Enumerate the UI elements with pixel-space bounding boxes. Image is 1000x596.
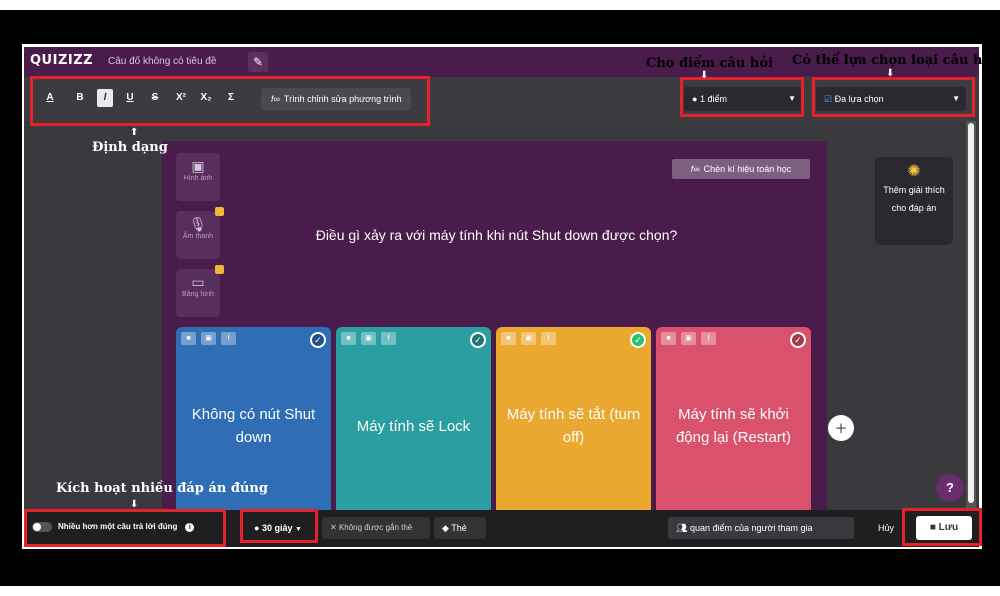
topic-tag-chip[interactable]: ✕ Không được gắn thẻ xyxy=(322,517,430,539)
down-arrow-icon: ⬇ xyxy=(886,68,895,79)
format-annotation: Định dạng xyxy=(92,140,168,155)
delete-icon[interactable]: ■ xyxy=(661,332,676,345)
delete-icon[interactable]: ■ xyxy=(341,332,356,345)
function-icon[interactable]: f xyxy=(701,332,716,345)
vertical-scrollbar[interactable] xyxy=(966,121,976,511)
tag-button[interactable]: ◆ Thẻ xyxy=(434,517,486,539)
up-arrow-icon: ⬆ xyxy=(130,127,139,138)
answer-text-4[interactable]: Máy tính sẽ khởi động lại (Restart) xyxy=(664,403,803,449)
correct-toggle[interactable]: ✓ xyxy=(790,332,806,348)
image-icon[interactable]: ▣ xyxy=(201,332,216,345)
image-icon[interactable]: ▣ xyxy=(361,332,376,345)
participants-label: quan điểm của người tham gia xyxy=(689,523,813,533)
left-margin xyxy=(24,121,162,511)
media-video-label: Băng hình xyxy=(182,291,214,298)
function-icon[interactable]: f xyxy=(381,332,396,345)
answer-card-3[interactable]: ■ ▣ f ✓ Máy tính sẽ tắt (turn off) xyxy=(496,327,651,512)
down-arrow-icon: ⬇ xyxy=(130,499,139,510)
delete-icon[interactable]: ■ xyxy=(181,332,196,345)
bottom-white-strip xyxy=(0,586,1000,596)
multi-answer-highlight-box xyxy=(24,509,226,547)
add-explanation-button[interactable]: ✺ Thêm giải thích cho đáp án xyxy=(875,157,953,245)
correct-toggle[interactable]: ✓ xyxy=(470,332,486,348)
close-icon[interactable]: ✕ xyxy=(330,523,337,532)
help-button[interactable]: ? xyxy=(936,474,964,502)
save-highlight-box xyxy=(902,508,982,546)
math-symbols-label: Chèn kí hiệu toán học xyxy=(703,164,792,174)
media-video-button[interactable]: ▭ Băng hình xyxy=(176,265,224,317)
participants-view-button[interactable]: 👥︎ quan điểm của người tham gia xyxy=(668,517,854,539)
insert-math-symbols-button[interactable]: f∞ Chèn kí hiệu toán học xyxy=(672,159,810,179)
image-icon[interactable]: ▣ xyxy=(681,332,696,345)
users-icon: 👥︎ xyxy=(676,523,688,533)
top-white-strip xyxy=(0,0,1000,10)
question-type-annotation: Có thể lựa chọn loại câu hỏi xyxy=(792,53,997,68)
function-icon[interactable]: f xyxy=(221,332,236,345)
quiz-title[interactable]: Câu đố không có tiêu đề xyxy=(108,56,216,67)
question-text[interactable]: Điều gì xảy ra với máy tính khi nút Shut… xyxy=(164,227,829,243)
answer-text-3[interactable]: Máy tính sẽ tắt (turn off) xyxy=(504,403,643,449)
answer-text-2[interactable]: Máy tính sẽ Lock xyxy=(344,415,483,438)
correct-toggle[interactable]: ✓ xyxy=(310,332,326,348)
image-icon: ▣ xyxy=(191,158,205,174)
function-icon: f∞ xyxy=(690,164,700,174)
question-type-highlight-box xyxy=(812,77,975,117)
answer-card-2[interactable]: ■ ▣ f ✓ Máy tính sẽ Lock xyxy=(336,327,491,512)
tag-label: Thẻ xyxy=(451,523,467,533)
media-image-button[interactable]: ▣ Hình ảnh xyxy=(176,153,220,201)
points-annotation: Cho điểm câu hỏi xyxy=(646,56,773,71)
video-icon: ▭ xyxy=(191,274,205,290)
answer-text-1[interactable]: Không có nút Shut down xyxy=(184,403,323,449)
add-answer-button[interactable]: + xyxy=(828,415,854,441)
media-image-label: Hình ảnh xyxy=(183,175,213,182)
correct-toggle-selected[interactable]: ✓ xyxy=(630,332,646,348)
down-arrow-icon: ⬇ xyxy=(700,70,709,81)
explanation-label: Thêm giải thích cho đáp án xyxy=(883,185,945,213)
premium-badge xyxy=(215,207,224,216)
premium-badge xyxy=(215,265,224,274)
scrollbar-thumb[interactable] xyxy=(968,123,974,503)
tag-icon: ◆ xyxy=(442,523,449,533)
answer-card-4[interactable]: ■ ▣ f ✓ Máy tính sẽ khởi động lại (Resta… xyxy=(656,327,811,512)
pencil-icon[interactable]: ✎ xyxy=(248,52,268,72)
function-icon[interactable]: f xyxy=(541,332,556,345)
lightbulb-icon: ✺ xyxy=(907,163,921,180)
multi-answer-annotation: Kích hoạt nhiều đáp án đúng xyxy=(56,481,268,496)
delete-icon[interactable]: ■ xyxy=(501,332,516,345)
format-highlight-box xyxy=(30,76,430,126)
image-icon[interactable]: ▣ xyxy=(521,332,536,345)
points-highlight-box xyxy=(680,77,804,117)
time-highlight-box xyxy=(240,509,318,543)
quizizz-logo[interactable]: QUIZIZZ xyxy=(30,53,93,68)
topic-label: Không được gắn thẻ xyxy=(338,523,413,532)
